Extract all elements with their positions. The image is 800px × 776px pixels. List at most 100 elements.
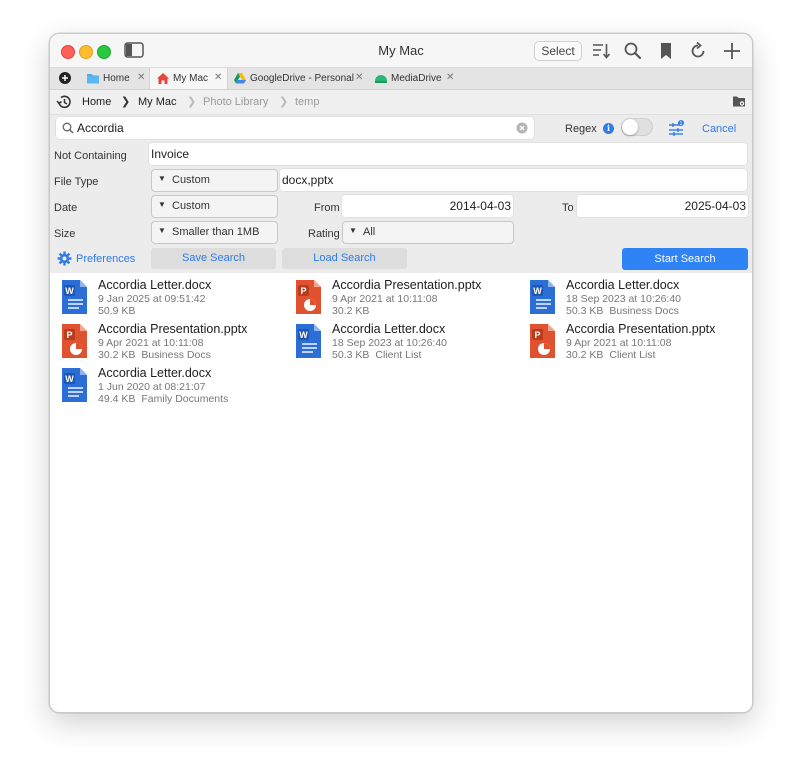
result-item[interactable]: W Accordia Letter.docx 1 Jun 2020 at 08:…: [60, 366, 290, 408]
tab-label: My Mac: [173, 73, 208, 84]
result-item[interactable]: W Accordia Letter.docx 18 Sep 2023 at 10…: [528, 278, 752, 320]
drive-icon: [374, 72, 388, 85]
svg-text:P: P: [66, 330, 72, 340]
select-button[interactable]: Select: [534, 41, 582, 61]
svg-text:W: W: [299, 330, 308, 340]
filter-settings-icon[interactable]: 1: [668, 120, 684, 136]
regex-label: Regex: [565, 123, 597, 135]
result-item[interactable]: P Accordia Presentation.pptx 9 Apr 2021 …: [528, 322, 752, 364]
result-item[interactable]: W Accordia Letter.docx 9 Jan 2025 at 09:…: [60, 278, 290, 320]
word-document-icon: W: [294, 323, 322, 359]
file-meta: 30.2 KB Business Docs: [98, 349, 211, 361]
size-value: Smaller than 1MB: [172, 226, 260, 238]
file-size: 30.2 KB: [332, 305, 370, 317]
refresh-icon[interactable]: [688, 41, 708, 61]
tab-label: Home: [103, 73, 130, 84]
file-meta: 30.2 KB Client List: [566, 349, 655, 361]
tab-label: MediaDrive: [391, 73, 442, 84]
to-date-field[interactable]: 2025-04-03: [577, 195, 748, 217]
tab-close-icon[interactable]: ✕: [214, 72, 222, 83]
from-date-value: 2014-04-03: [449, 199, 511, 213]
not-containing-field[interactable]: Invoice: [149, 143, 747, 165]
google-drive-icon: [233, 72, 247, 85]
window-title: My Mac: [378, 43, 424, 58]
svg-text:P: P: [300, 286, 306, 296]
tab-bar: Home ✕ My Mac ✕ GoogleDrive - Personal ✕…: [50, 68, 752, 90]
tab-google-drive[interactable]: GoogleDrive - Personal ✕: [227, 68, 367, 89]
gear-icon[interactable]: [57, 251, 72, 266]
powerpoint-document-icon: P: [60, 323, 88, 359]
load-search-button[interactable]: Load Search: [282, 248, 407, 269]
file-date: 18 Sep 2023 at 10:26:40: [566, 293, 682, 305]
title-bar: My Mac Select: [50, 34, 752, 68]
start-search-button[interactable]: Start Search: [622, 248, 748, 270]
file-name: Accordia Presentation.pptx: [98, 322, 248, 336]
triangle-down-icon: ▼: [158, 200, 166, 209]
search-icon: [62, 122, 74, 134]
file-folder: Family Documents: [141, 393, 229, 405]
file-type-dropdown[interactable]: ▼ Custom: [151, 169, 278, 192]
sort-icon[interactable]: [591, 41, 611, 61]
save-search-button[interactable]: Save Search: [151, 248, 276, 269]
file-date: 9 Apr 2021 at 10:11:08: [98, 337, 204, 349]
size-dropdown[interactable]: ▼ Smaller than 1MB: [151, 221, 278, 244]
file-type-label: File Type: [54, 176, 99, 188]
breadcrumb: Home ❯ My Mac ❯ Photo Library ❯ temp: [50, 90, 752, 115]
search-input[interactable]: Accordia: [56, 117, 534, 139]
breadcrumb-temp[interactable]: temp: [295, 96, 319, 108]
from-date-field[interactable]: 2014-04-03: [342, 195, 513, 217]
rating-dropdown[interactable]: ▼ All: [342, 221, 514, 244]
svg-text:W: W: [533, 286, 542, 296]
folder-icon: [86, 72, 100, 85]
file-size: 49.4 KB: [98, 393, 136, 405]
date-dropdown[interactable]: ▼ Custom: [151, 195, 278, 218]
tab-media-drive[interactable]: MediaDrive ✕: [368, 68, 458, 89]
info-icon[interactable]: i: [603, 123, 614, 134]
file-date: 9 Apr 2021 at 10:11:08: [566, 337, 672, 349]
history-icon[interactable]: [56, 94, 72, 110]
preferences-button[interactable]: Preferences: [76, 253, 135, 265]
result-item[interactable]: P Accordia Presentation.pptx 9 Apr 2021 …: [60, 322, 290, 364]
triangle-down-icon: ▼: [158, 226, 166, 235]
breadcrumb-my-mac[interactable]: My Mac: [138, 96, 177, 108]
chevron-right-icon: ❯: [121, 96, 131, 108]
file-name: Accordia Presentation.pptx: [566, 322, 716, 336]
file-meta: 30.2 KB: [332, 305, 375, 317]
tab-my-mac[interactable]: My Mac ✕: [149, 68, 228, 89]
file-size: 30.2 KB: [98, 349, 136, 361]
finder-window: My Mac Select Home ✕ My Mac ✕ GoogleDriv…: [49, 33, 753, 713]
file-name: Accordia Letter.docx: [98, 278, 212, 292]
svg-text:W: W: [65, 286, 74, 296]
folder-settings-icon[interactable]: [732, 95, 746, 108]
file-meta: 49.4 KB Family Documents: [98, 393, 228, 405]
search-icon[interactable]: [623, 41, 643, 61]
file-type-field[interactable]: docx,pptx: [280, 169, 747, 191]
tab-home[interactable]: Home ✕: [80, 68, 148, 89]
regex-toggle[interactable]: [621, 118, 653, 136]
file-size: 50.3 KB: [332, 349, 370, 361]
date-mode: Custom: [172, 200, 210, 212]
file-meta: 50.3 KB Client List: [332, 349, 421, 361]
rating-label: Rating: [308, 228, 340, 240]
clear-icon[interactable]: [516, 122, 528, 134]
breadcrumb-photo-library[interactable]: Photo Library: [203, 96, 268, 108]
new-tab-icon[interactable]: [58, 71, 72, 85]
file-folder: Client List: [375, 349, 422, 361]
to-label: To: [562, 202, 574, 214]
cancel-button[interactable]: Cancel: [702, 123, 736, 135]
result-item[interactable]: W Accordia Letter.docx 18 Sep 2023 at 10…: [294, 322, 524, 364]
file-date: 18 Sep 2023 at 10:26:40: [332, 337, 448, 349]
bookmark-icon[interactable]: [656, 41, 676, 61]
file-size: 50.9 KB: [98, 305, 136, 317]
powerpoint-document-icon: P: [528, 323, 556, 359]
file-meta: 50.9 KB: [98, 305, 141, 317]
tab-close-icon[interactable]: ✕: [446, 72, 454, 83]
tab-close-icon[interactable]: ✕: [137, 72, 145, 83]
file-type-value: docx,pptx: [282, 173, 334, 187]
breadcrumb-home[interactable]: Home: [82, 96, 111, 108]
file-date: 9 Jan 2025 at 09:51:42: [98, 293, 206, 305]
size-label: Size: [54, 228, 76, 240]
add-icon[interactable]: [722, 41, 742, 61]
result-item[interactable]: P Accordia Presentation.pptx 9 Apr 2021 …: [294, 278, 524, 320]
tab-close-icon[interactable]: ✕: [355, 72, 363, 83]
